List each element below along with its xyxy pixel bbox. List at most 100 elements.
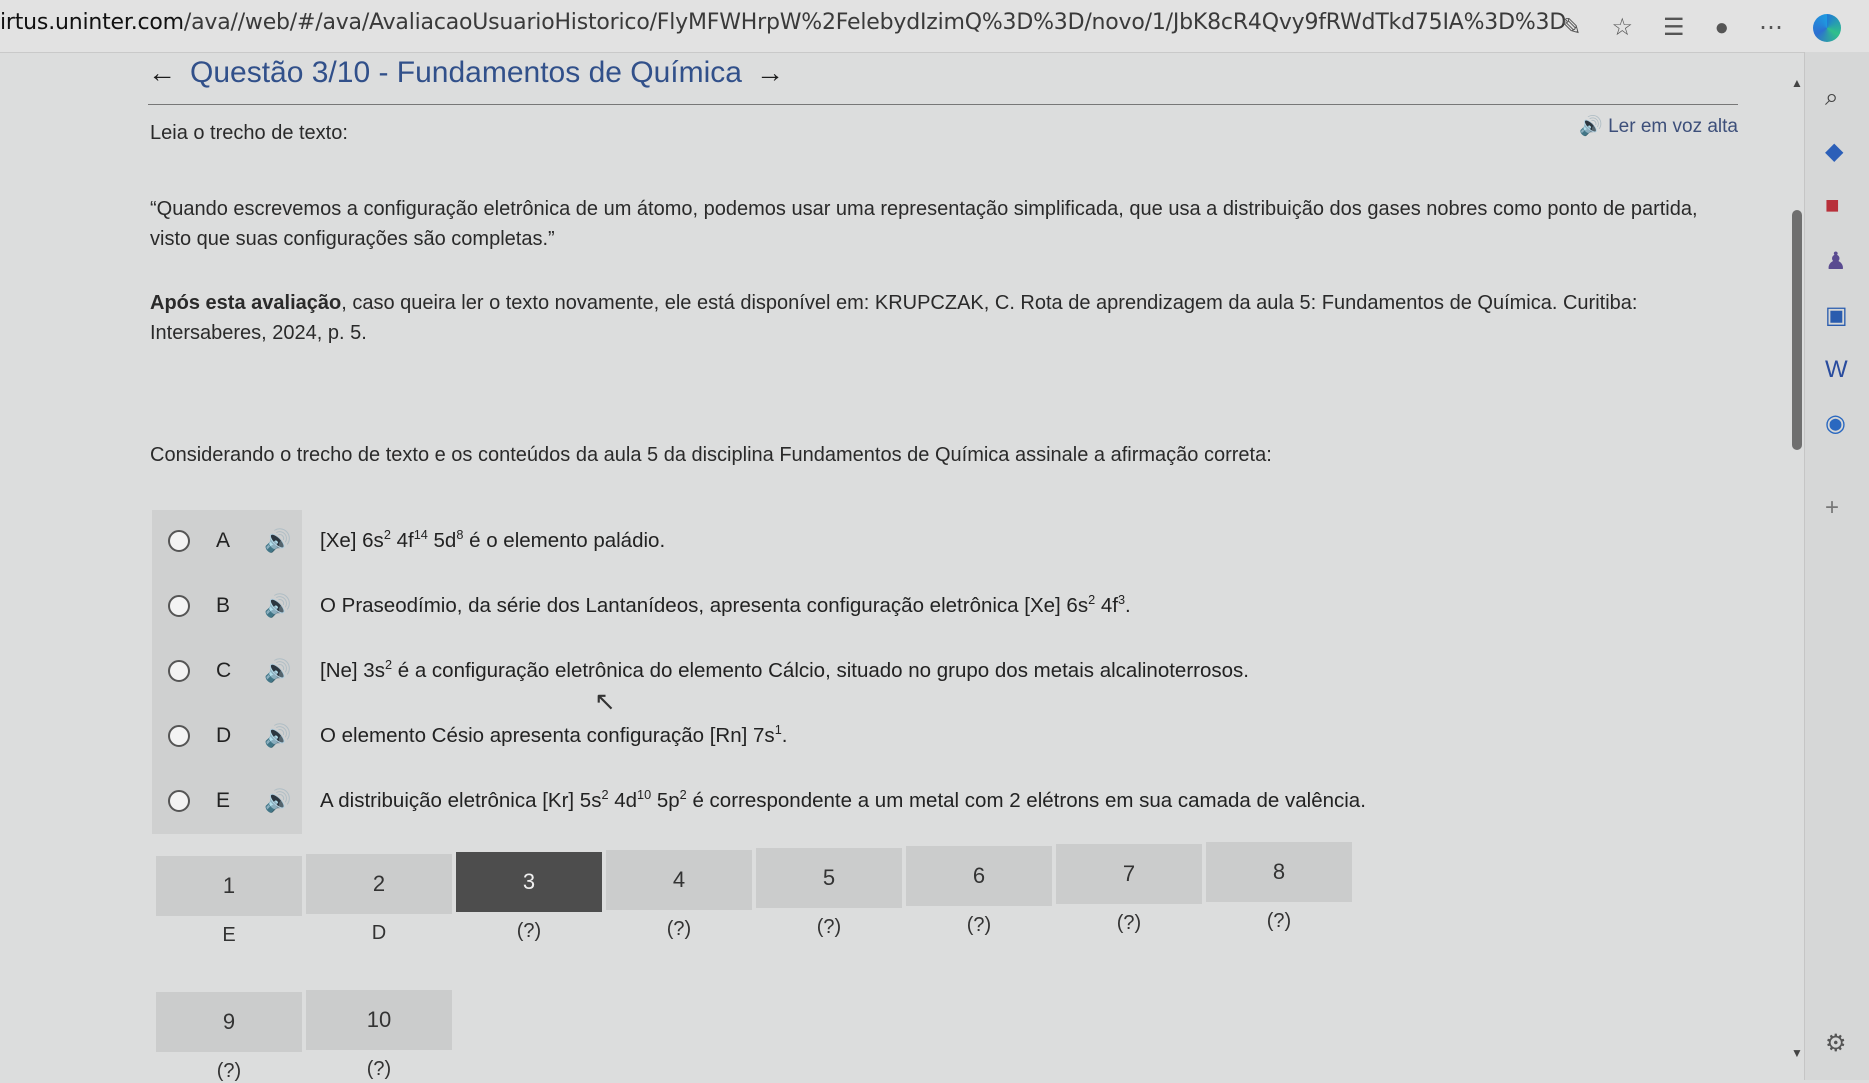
speaker-icon[interactable]: 🔊 — [264, 593, 291, 619]
option-letter: D — [216, 724, 232, 747]
speaker-icon[interactable]: 🔊 — [264, 658, 291, 684]
nav-question-4[interactable]: 4 — [606, 850, 752, 910]
option-a[interactable]: A 🔊 [Xe] 6s2 4f14 5d8 é o elemento paládio… — [152, 510, 1552, 572]
office-icon[interactable]: ◉ — [1825, 412, 1846, 436]
option-e[interactable]: E 🔊 A distribuição eletrônica [Kr] 5s2 4d1… — [152, 770, 1552, 832]
nav-question-1[interactable]: 1 — [156, 856, 302, 916]
nav-answer-5: (?) — [816, 916, 842, 938]
nav-question-2[interactable]: 2 — [306, 854, 452, 914]
option-text: O elemento Césio apresenta configuração … — [320, 722, 788, 748]
option-d[interactable]: D 🔊 O elemento Césio apresenta configuraçã… — [152, 705, 1552, 767]
speaker-icon[interactable]: 🔊 — [264, 723, 291, 749]
scroll-thumb[interactable] — [1792, 210, 1802, 450]
url-path: /ava//web/#/ava/AvaliacaoUsuarioHistoric… — [183, 10, 1567, 35]
nav-answer-3: (?) — [516, 920, 542, 942]
option-superscript: 1 — [774, 722, 782, 738]
browser-sidebar: ⌕ ◆ ■ ♟ ▣ W ◉ + ⚙ — [1804, 52, 1869, 1080]
option-text: [Xe] 6s2 4f14 5d8 é o elemento paládio. — [320, 527, 665, 553]
option-letter: B — [216, 594, 231, 617]
nav-answer-6: (?) — [966, 914, 992, 936]
scroll-up-icon[interactable]: ▲ — [1791, 76, 1803, 90]
pen-icon[interactable]: ✎ — [1561, 16, 1581, 40]
address-bar[interactable]: irtus.uninter.com/ava//web/#/ava/Avaliac… — [0, 10, 1566, 35]
option-text-part: A distribuição eletrônica [Kr] 5s — [320, 789, 602, 812]
option-text: [Ne] 3s2 é a configuração eletrônica do … — [320, 657, 1249, 683]
option-letter: E — [216, 789, 231, 812]
option-text-part: [Xe] 6s — [320, 529, 384, 552]
word-icon[interactable]: W — [1825, 358, 1848, 382]
option-text-part: 5p — [651, 789, 680, 812]
option-text-part: 4d — [608, 789, 638, 812]
nav-question-5[interactable]: 5 — [756, 848, 902, 908]
option-text-part: 5d — [427, 529, 457, 552]
option-text-part: [Ne] 3s — [320, 659, 385, 682]
source-text: , caso queira ler o texto novamente, ele… — [150, 292, 1638, 344]
option-text-part: O elemento Césio apresenta configuração … — [320, 724, 775, 747]
scroll-down-icon[interactable]: ▼ — [1791, 1046, 1803, 1060]
question-quote: “Quando escrevemos a configuração eletrô… — [150, 198, 1698, 250]
option-c[interactable]: C 🔊 [Ne] 3s2 é a configuração eletrônica d… — [152, 640, 1552, 702]
question-title: Questão 3/10 - Fundamentos de Química — [190, 56, 742, 89]
star-icon[interactable]: ☆ — [1611, 16, 1633, 40]
games-icon[interactable]: ♟ — [1825, 250, 1847, 274]
url-host: irtus.uninter.com — [0, 10, 184, 35]
question-intro: Leia o trecho de texto: — [150, 122, 348, 144]
source-bold: Após esta avaliação — [150, 292, 342, 314]
speaker-icon[interactable]: 🔊 — [264, 788, 291, 814]
nav-answer-2: D — [371, 922, 387, 944]
previous-question-icon[interactable]: ← — [148, 57, 176, 89]
option-text: A distribuição eletrônica [Kr] 5s2 4d10 … — [320, 787, 1366, 813]
option-superscript: 10 — [637, 787, 652, 803]
option-b[interactable]: B 🔊 O Praseodímio, da série dos Lantanídeo… — [152, 575, 1552, 637]
option-text-part: . — [1125, 594, 1131, 617]
option-superscript: 2 — [383, 527, 391, 543]
option-superscript: 3 — [1117, 592, 1126, 608]
answer-options: A 🔊 [Xe] 6s2 4f14 5d8 é o elemento paládio… — [152, 510, 1412, 834]
nav-question-8[interactable]: 8 — [1206, 842, 1352, 902]
nav-question-6[interactable]: 6 — [906, 846, 1052, 906]
mouse-cursor-icon: ↖ — [594, 686, 616, 716]
option-text-part: é correspondente a um metal com 2 elétro… — [686, 789, 1366, 812]
page-scrollbar[interactable]: ▲ ▼ — [1789, 70, 1805, 1080]
add-icon[interactable]: + — [1825, 496, 1839, 520]
settings-icon[interactable]: ⚙ — [1825, 1032, 1847, 1056]
browser-toolbar: irtus.uninter.com/ava//web/#/ava/Avaliac… — [0, 0, 1869, 53]
option-text-part: O Praseodímio, da série dos Lantanídeos,… — [320, 594, 1089, 617]
speaker-icon[interactable]: 🔊 — [264, 528, 291, 554]
read-aloud-button[interactable]: 🔊 Ler em voz alta — [1579, 114, 1738, 138]
nav-answer-4: (?) — [666, 918, 692, 940]
option-radio[interactable] — [168, 790, 190, 812]
question-prompt: Considerando o trecho de texto e os cont… — [150, 444, 1272, 466]
option-radio[interactable] — [168, 725, 190, 747]
favorites-icon[interactable]: ☰ — [1663, 16, 1685, 40]
nav-question-7[interactable]: 7 — [1056, 844, 1202, 904]
option-text-part: . — [781, 724, 788, 747]
option-superscript: 2 — [384, 657, 393, 673]
search-icon[interactable]: ⌕ — [1825, 86, 1838, 110]
option-superscript: 2 — [679, 787, 687, 803]
option-letter: A — [216, 529, 231, 552]
nav-question-9[interactable]: 9 — [156, 992, 302, 1052]
speaker-icon: 🔊 — [1579, 116, 1603, 137]
edge-icon[interactable] — [1813, 14, 1841, 42]
option-superscript: 2 — [601, 787, 609, 803]
question-header: ← Questão 3/10 - Fundamentos de Química … — [148, 52, 1738, 105]
option-radio[interactable] — [168, 595, 190, 617]
more-icon[interactable]: ⋯ — [1759, 16, 1783, 40]
profile-icon[interactable]: ● — [1715, 16, 1730, 40]
option-text-part: 4f — [390, 529, 414, 552]
shopping-icon[interactable]: ■ — [1825, 194, 1840, 218]
option-text-part: é a configuração eletrônica do elemento … — [392, 659, 1249, 682]
outlook-icon[interactable]: ▣ — [1825, 304, 1848, 328]
option-text: O Praseodímio, da série dos Lantanídeos,… — [320, 592, 1131, 618]
nav-answer-10: (?) — [366, 1058, 392, 1080]
nav-answer-1: E — [222, 924, 236, 946]
next-question-icon[interactable]: → — [756, 57, 784, 89]
question-source: Após esta avaliação, caso queira ler o t… — [150, 288, 1740, 348]
option-radio[interactable] — [168, 660, 190, 682]
nav-question-3[interactable]: 3 — [456, 852, 602, 912]
nav-question-10[interactable]: 10 — [306, 990, 452, 1050]
copilot-icon[interactable]: ◆ — [1825, 140, 1843, 164]
option-radio[interactable] — [168, 530, 190, 552]
option-text-part: 4f — [1095, 594, 1118, 617]
